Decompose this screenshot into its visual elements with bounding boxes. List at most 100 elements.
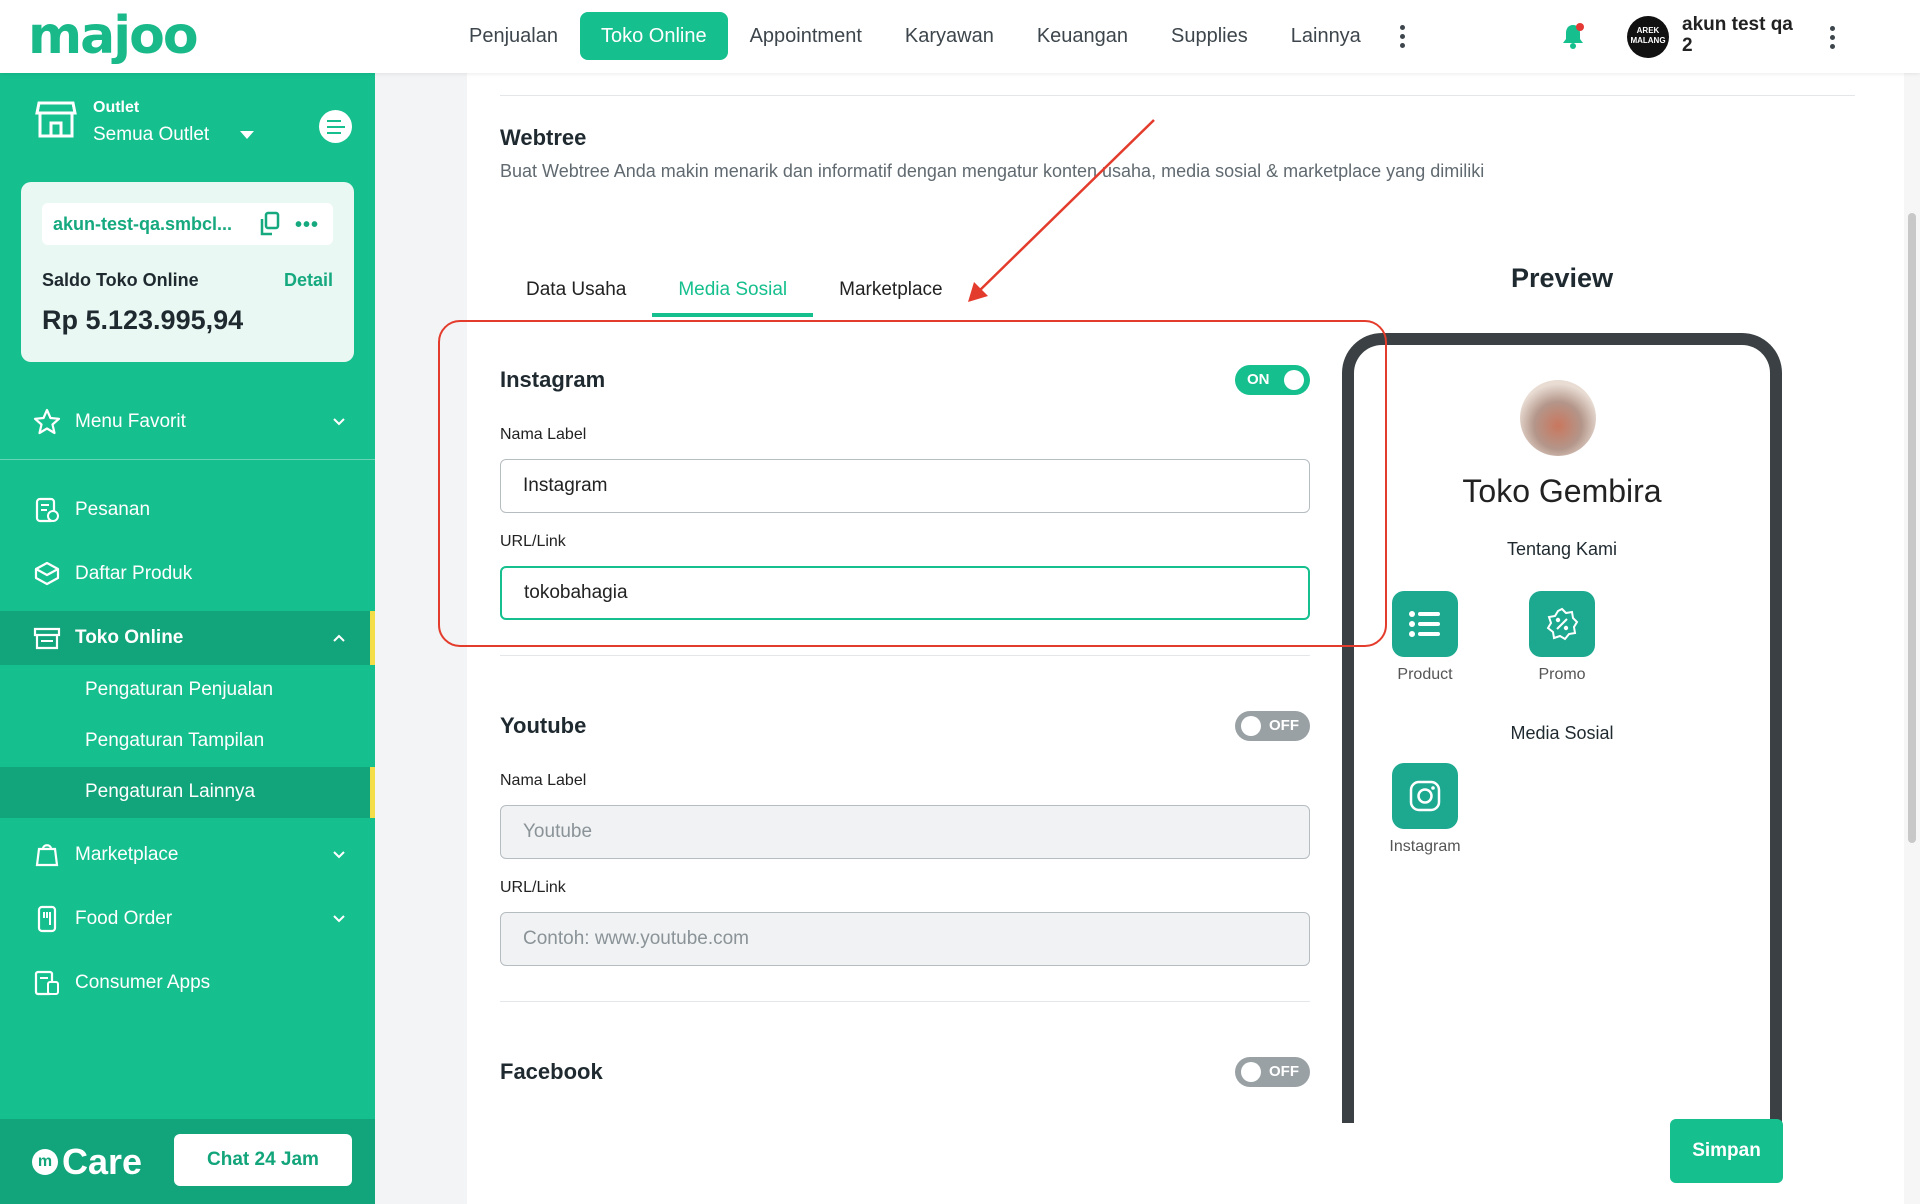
youtube-url-input[interactable] [500, 912, 1310, 966]
outlet-selector[interactable]: Semua Outlet [93, 124, 209, 146]
youtube-nama-label: Nama Label [500, 772, 587, 789]
instagram-section: Instagram ON Nama Label URL/Link [500, 363, 1310, 653]
sidebar-item-food-order[interactable]: Food Order [0, 892, 375, 946]
notification-bell-icon[interactable] [1560, 22, 1586, 50]
tab-media-sosial[interactable]: Media Sosial [652, 263, 813, 317]
toggle-state: OFF [1269, 717, 1299, 734]
preview-about: Tentang Kami [1506, 539, 1618, 559]
sidebar-item-toko-online[interactable]: Toko Online [0, 611, 375, 665]
nav-penjualan[interactable]: Penjualan [448, 12, 579, 60]
instagram-nama-label: Nama Label [500, 426, 587, 443]
instagram-toggle[interactable]: ON [1235, 365, 1310, 395]
star-icon [33, 408, 61, 435]
shop-avatar [1520, 380, 1596, 456]
sidebar-item-menu-favorit[interactable]: Menu Favorit [0, 395, 375, 449]
sidebar-subitem-pengaturan-tampilan[interactable]: Pengaturan Tampilan [0, 716, 375, 767]
nav-keuangan[interactable]: Keuangan [1016, 12, 1149, 60]
nav-karyawan[interactable]: Karyawan [884, 12, 1015, 60]
phone-preview: Toko Gembira Tentang Kami Product Promo … [1342, 333, 1782, 1123]
shop-url-box: akun-test-qa.smbcl... ••• [42, 203, 333, 245]
preview-product-tile[interactable] [1392, 591, 1458, 657]
toggle-state: OFF [1269, 1063, 1299, 1080]
preview-shop-name: Toko Gembira [1462, 473, 1662, 509]
sidebar-divider [0, 459, 375, 460]
sidebar-item-pesanan[interactable]: Pesanan [0, 483, 375, 537]
more-options-icon[interactable]: ••• [295, 214, 319, 237]
saldo-label: Saldo Toko Online [42, 270, 199, 290]
chevron-down-icon [333, 851, 345, 859]
chevron-down-icon [333, 915, 345, 923]
youtube-section: Youtube OFF Nama Label URL/Link [500, 709, 1310, 999]
chevron-up-icon [333, 634, 345, 642]
storefront-icon [33, 627, 61, 650]
facebook-title: Facebook [500, 1059, 603, 1084]
shop-balance-card: akun-test-qa.smbcl... ••• Saldo Toko Onl… [21, 182, 354, 362]
instagram-url-label: URL/Link [500, 533, 566, 550]
preview-title: Preview [1511, 263, 1614, 293]
list-icon [1409, 611, 1440, 637]
sidebar-subitem-pengaturan-lainnya[interactable]: Pengaturan Lainnya [0, 767, 375, 818]
preview-promo-tile[interactable] [1529, 591, 1595, 657]
food-order-icon [37, 905, 57, 933]
majoo-logo[interactable]: majoo [28, 6, 199, 66]
saldo-value: Rp 5.123.995,94 [42, 305, 244, 335]
youtube-url-label: URL/Link [500, 879, 566, 896]
sidebar-item-label: Food Order [75, 908, 173, 929]
nav-more-icon[interactable] [1391, 12, 1415, 60]
saldo-detail-link[interactable]: Detail [284, 270, 333, 291]
sidebar-subitem-label: Pengaturan Lainnya [85, 781, 256, 802]
section-divider [500, 1001, 1310, 1002]
majoo-m-icon: m [32, 1149, 58, 1175]
sidebar-item-label: Daftar Produk [75, 563, 193, 584]
marketplace-icon [35, 844, 59, 867]
caret-down-icon[interactable] [240, 131, 254, 139]
webtree-tabs: Data Usaha Media Sosial Marketplace [500, 263, 969, 317]
collapse-menu-icon [326, 119, 345, 134]
instagram-url-input[interactable] [500, 566, 1310, 620]
instagram-title: Instagram [500, 367, 606, 392]
annotation-arrow-icon [968, 119, 1155, 302]
content-divider [500, 95, 1855, 96]
top-bar: majoo Penjualan Toko Online Appointment … [0, 0, 1920, 73]
product-box-icon [34, 561, 60, 586]
facebook-section: Facebook OFF [500, 1055, 1310, 1095]
youtube-nama-input[interactable] [500, 805, 1310, 859]
facebook-toggle[interactable]: OFF [1235, 1057, 1310, 1087]
consumer-apps-icon [34, 970, 59, 996]
user-name[interactable]: akun test qa 2 [1682, 14, 1802, 56]
outlet-store-icon [35, 101, 77, 138]
preview-tile-caption: Product [1397, 666, 1453, 683]
care-bar: m Care Chat 24 Jam [0, 1119, 375, 1204]
instagram-nama-input[interactable] [500, 459, 1310, 513]
chat-24-jam-button[interactable]: Chat 24 Jam [174, 1134, 352, 1186]
preview-tile-caption: Promo [1538, 666, 1586, 683]
sidebar-subitem-label: Pengaturan Tampilan [85, 730, 265, 751]
sidebar-item-daftar-produk[interactable]: Daftar Produk [0, 547, 375, 601]
nav-supplies[interactable]: Supplies [1150, 12, 1269, 60]
nav-toko-online[interactable]: Toko Online [579, 12, 728, 60]
sidebar-item-consumer-apps[interactable]: Consumer Apps [0, 956, 375, 1010]
scrollbar-thumb[interactable] [1908, 213, 1916, 843]
sidebar-collapse-button[interactable] [319, 110, 352, 143]
sidebar-subitem-pengaturan-penjualan[interactable]: Pengaturan Penjualan [0, 665, 375, 716]
youtube-toggle[interactable]: OFF [1235, 711, 1310, 741]
toggle-state: ON [1247, 371, 1270, 388]
main-content: Webtree Buat Webtree Anda makin menarik … [467, 73, 1904, 1204]
sidebar-subitem-label: Pengaturan Penjualan [85, 679, 274, 700]
shop-url[interactable]: akun-test-qa.smbcl... [53, 214, 232, 235]
sidebar-item-marketplace[interactable]: Marketplace [0, 828, 375, 882]
user-avatar[interactable]: AREK MALANG [1627, 16, 1669, 58]
promo-badge-icon [1546, 607, 1579, 641]
toggle-knob [1241, 716, 1261, 736]
tab-marketplace[interactable]: Marketplace [813, 263, 969, 317]
instagram-icon [1409, 780, 1441, 812]
user-menu-icon[interactable] [1820, 24, 1844, 50]
copy-icon[interactable] [258, 211, 282, 237]
nav-lainnya[interactable]: Lainnya [1270, 12, 1382, 60]
tab-data-usaha[interactable]: Data Usaha [500, 263, 652, 317]
save-button[interactable]: Simpan [1670, 1119, 1783, 1183]
nav-appointment[interactable]: Appointment [729, 12, 883, 60]
preview-instagram-tile[interactable] [1392, 763, 1458, 829]
preview-tile-caption: Instagram [1389, 838, 1461, 855]
page-scrollbar[interactable] [1904, 73, 1920, 1204]
